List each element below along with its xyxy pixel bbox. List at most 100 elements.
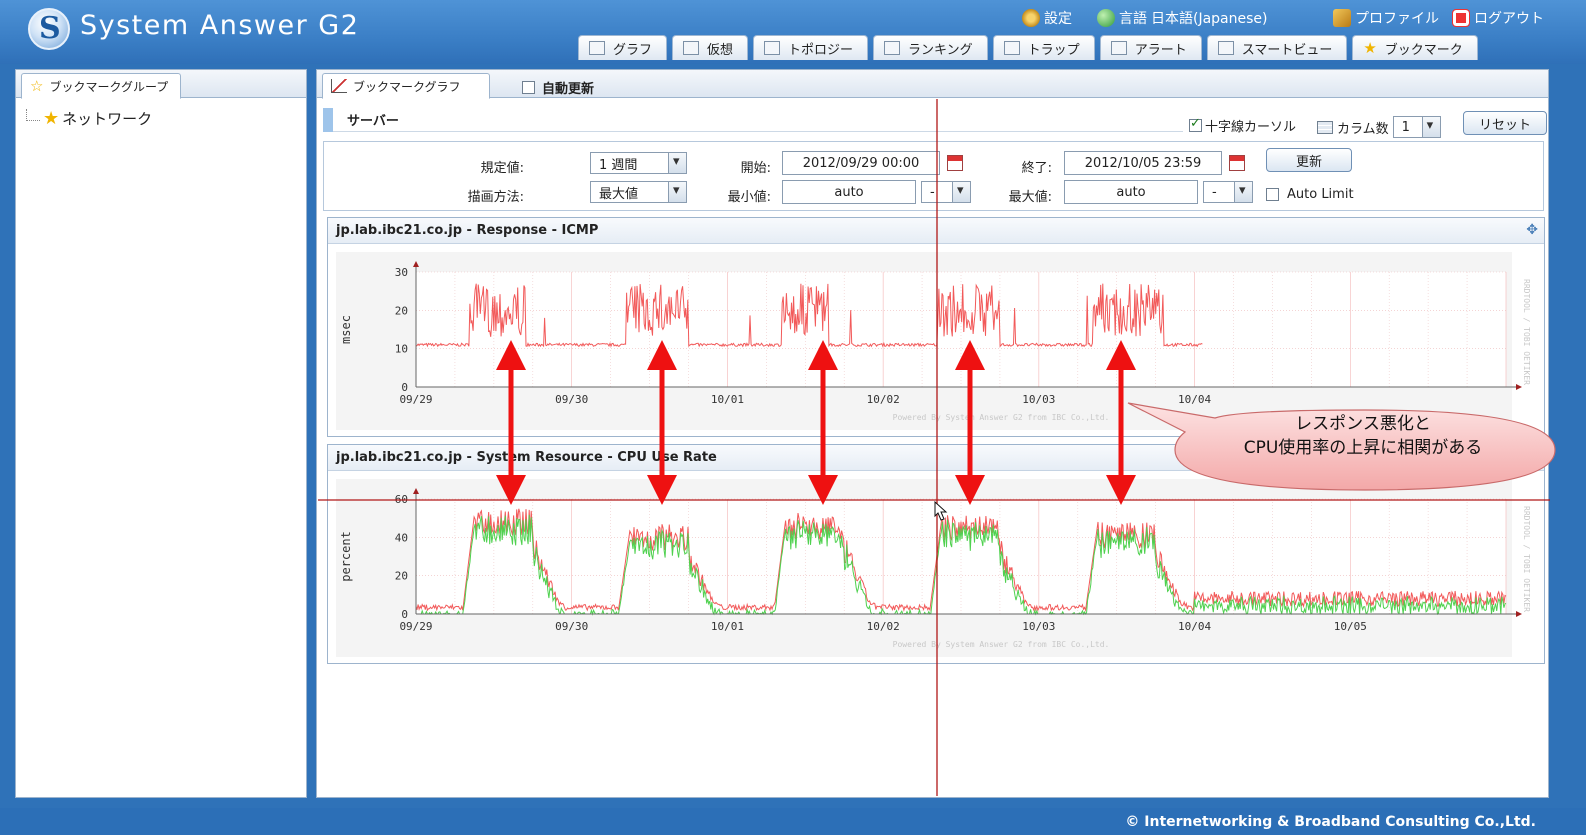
alert-icon <box>1110 41 1127 55</box>
checkbox-box[interactable] <box>1266 188 1279 201</box>
move-icon[interactable]: ✥ <box>1526 222 1538 238</box>
y-tick-label: 20 <box>395 304 408 317</box>
axis-arrow <box>1516 384 1522 390</box>
watermark: Powered By System Answer G2 from IBC Co.… <box>893 640 1110 649</box>
virtual-icon <box>683 41 700 55</box>
tab-bookmark[interactable]: ★ ブックマーク <box>1352 35 1478 60</box>
side-label: RRDTOOL / TOBI OETIKER <box>1522 506 1531 612</box>
x-tick-label: 10/04 <box>1178 393 1211 406</box>
copyright: © Internetworking & Broadband Consulting… <box>1125 814 1536 830</box>
bookmark-group-panel: ☆ ブックマークグループ ★ ネットワーク <box>15 69 307 798</box>
column-count: カラム数 1 <box>1317 116 1441 138</box>
y-tick-label: 40 <box>395 531 408 544</box>
watermark: Powered By System Answer G2 from IBC Co.… <box>893 413 1110 422</box>
table-icon <box>1317 120 1333 134</box>
max-label: 最大値: <box>1008 190 1052 205</box>
auto-refresh-checkbox[interactable]: 自動更新 <box>522 78 594 97</box>
tab-bookmark-group[interactable]: ☆ ブックマークグループ <box>21 73 182 99</box>
tab-bookmark-graph[interactable]: ブックマークグラフ <box>322 73 490 99</box>
tab-ranking[interactable]: ランキング <box>873 35 988 60</box>
x-tick-label: 10/04 <box>1178 620 1211 633</box>
max-input[interactable]: auto <box>1064 180 1198 204</box>
y-tick-label: 20 <box>395 570 408 583</box>
end-label: 終了: <box>1021 161 1052 176</box>
x-tick-label: 10/03 <box>1022 620 1055 633</box>
tab-smartview[interactable]: スマートビュー <box>1206 35 1348 60</box>
y-axis-label: percent <box>339 531 353 582</box>
star-icon: ★ <box>1363 38 1377 57</box>
min-input[interactable]: auto <box>782 180 916 204</box>
auto-limit-checkbox[interactable]: Auto Limit <box>1266 187 1354 202</box>
column-count-select[interactable]: 1 <box>1392 116 1441 138</box>
footer: © Internetworking & Broadband Consulting… <box>0 808 1586 835</box>
tab-virtual[interactable]: 仮想 <box>672 35 749 60</box>
chevron-down-icon <box>1421 117 1440 137</box>
ranking-icon <box>884 41 901 55</box>
power-icon <box>1452 9 1470 27</box>
tab-trap[interactable]: トラップ <box>992 35 1095 60</box>
x-tick-label: 10/02 <box>867 393 900 406</box>
profile-icon <box>1333 9 1351 27</box>
section-title: サーバー <box>323 107 1183 132</box>
graph-icon <box>331 79 347 93</box>
star-icon: ★ <box>43 107 60 129</box>
start-label: 開始: <box>740 161 771 176</box>
y-tick-label: 30 <box>395 266 408 279</box>
start-input[interactable]: 2012/09/29 00:00 <box>782 151 940 175</box>
logout-link[interactable]: ログアウト <box>1452 8 1544 28</box>
end-input[interactable]: 2012/10/05 23:59 <box>1064 151 1222 175</box>
cpu-chart: 020406009/29 09/30 10/01 10/02 10/03 10/04 10/… <box>336 479 1531 657</box>
checkbox-box[interactable] <box>1189 116 1202 132</box>
x-tick-label: 10/03 <box>1022 393 1055 406</box>
crosshair-checkbox[interactable]: 十字線カーソル <box>1189 116 1296 135</box>
tab-topology[interactable]: トポロジー <box>753 35 869 60</box>
x-tick-label: 09/30 <box>555 620 588 633</box>
side-label: RRDTOOL / TOBI OETIKER <box>1522 279 1531 385</box>
language-link[interactable]: 言語 日本語(Japanese) <box>1097 8 1268 28</box>
globe-icon <box>1097 9 1115 27</box>
topology-icon <box>764 41 781 55</box>
x-tick-label: 10/05 <box>1334 620 1367 633</box>
star-icon: ☆ <box>30 76 44 95</box>
tab-graph[interactable]: グラフ <box>578 35 668 60</box>
y-axis-label: msec <box>339 315 353 344</box>
gear-icon <box>1022 9 1040 27</box>
x-tick-label: 09/29 <box>399 620 432 633</box>
checkbox-box[interactable] <box>522 81 535 94</box>
x-tick-label: 10/02 <box>867 620 900 633</box>
graph-icon <box>589 41 605 55</box>
graph-panel-cpu: jp.lab.ibc21.co.jp - System Resource - C… <box>327 444 1545 664</box>
reset-button[interactable]: リセット <box>1463 111 1547 135</box>
tab-alert[interactable]: アラート <box>1099 35 1202 60</box>
settings-link[interactable]: 設定 <box>1022 8 1072 28</box>
app-title: System Answer G2 <box>80 10 360 41</box>
left-tabbar: ☆ ブックマークグループ <box>16 70 306 99</box>
y-tick-label: 60 <box>395 493 408 506</box>
response-chart: 010203009/29 09/30 10/01 10/02 10/03 10/04mse… <box>336 252 1531 430</box>
x-tick-label: 10/01 <box>711 620 744 633</box>
max-unit-select[interactable]: - <box>1203 181 1253 203</box>
tree-item-network[interactable]: ★ ネットワーク <box>26 108 152 129</box>
header: System Answer G2 設定 言語 日本語(Japanese) プロフ… <box>0 0 1586 64</box>
logo-icon <box>28 8 70 50</box>
preset-label: 規定値: <box>480 161 524 176</box>
x-tick-label: 09/29 <box>399 393 432 406</box>
y-tick-label: 10 <box>395 343 408 356</box>
x-tick-label: 09/30 <box>555 393 588 406</box>
draw-method-label: 描画方法: <box>467 190 524 205</box>
min-label: 最小値: <box>727 190 771 205</box>
chevron-down-icon <box>1234 182 1252 202</box>
x-tick-label: 10/01 <box>711 393 744 406</box>
trap-icon <box>1003 41 1020 55</box>
graph-title: jp.lab.ibc21.co.jp - Response - ICMP ✥ <box>328 218 1544 244</box>
axis-arrow <box>1516 611 1522 617</box>
filter-box: 規定値: 1 週間 描画方法: 最大値 開始: 2012/09/29 00:00… <box>323 141 1544 211</box>
graph-panel-response: jp.lab.ibc21.co.jp - Response - ICMP ✥ 0… <box>327 217 1545 437</box>
tree-branch-line <box>26 108 40 121</box>
calendar-icon[interactable] <box>1229 155 1245 171</box>
main-tabbar: ブックマークグラフ 自動更新 <box>317 70 1548 99</box>
callout-text: レスポンス悪化と CPU使用率の上昇に相関がある <box>1243 414 1483 458</box>
nav-tabs: グラフ 仮想 トポロジー ランキング トラップ アラート スマートビュー ★ ブッ… <box>578 35 1478 60</box>
profile-link[interactable]: プロファイル <box>1333 8 1439 28</box>
update-button[interactable]: 更新 <box>1266 148 1352 172</box>
